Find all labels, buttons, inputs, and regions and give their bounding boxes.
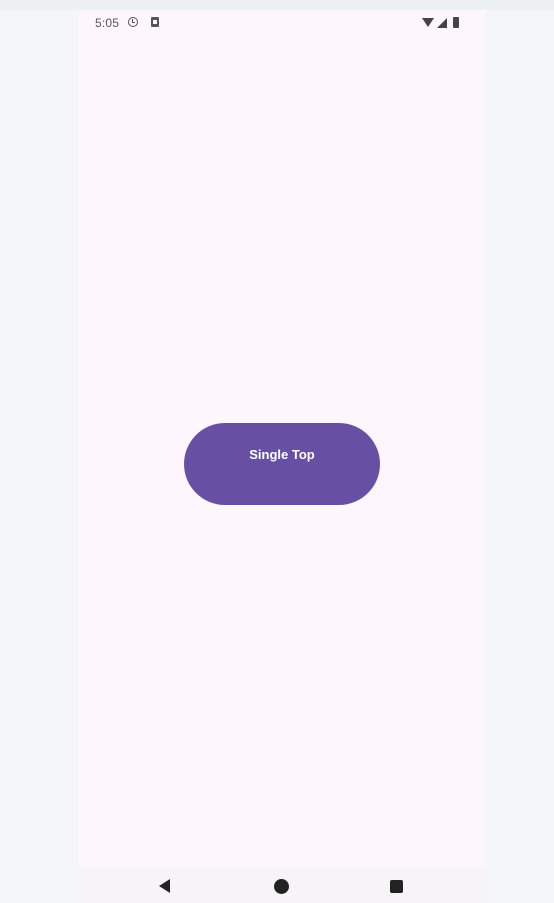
status-time: 5:05 xyxy=(95,16,120,30)
sim-icon xyxy=(151,17,159,27)
status-left-icons xyxy=(128,17,159,27)
window-top-strip xyxy=(0,0,554,10)
single-top-button[interactable]: Single Top xyxy=(184,423,380,505)
navigation-bar xyxy=(79,867,485,903)
wifi-icon xyxy=(422,18,434,27)
back-icon[interactable] xyxy=(159,879,170,893)
battery-icon xyxy=(453,17,459,28)
status-bar: 5:05 xyxy=(79,10,485,36)
recents-icon[interactable] xyxy=(390,880,403,893)
signal-icon xyxy=(437,17,447,28)
alarm-icon xyxy=(128,17,138,27)
home-icon[interactable] xyxy=(274,879,289,894)
status-right-icons xyxy=(422,17,459,28)
phone-screen: 5:05 Single Top xyxy=(79,10,485,903)
